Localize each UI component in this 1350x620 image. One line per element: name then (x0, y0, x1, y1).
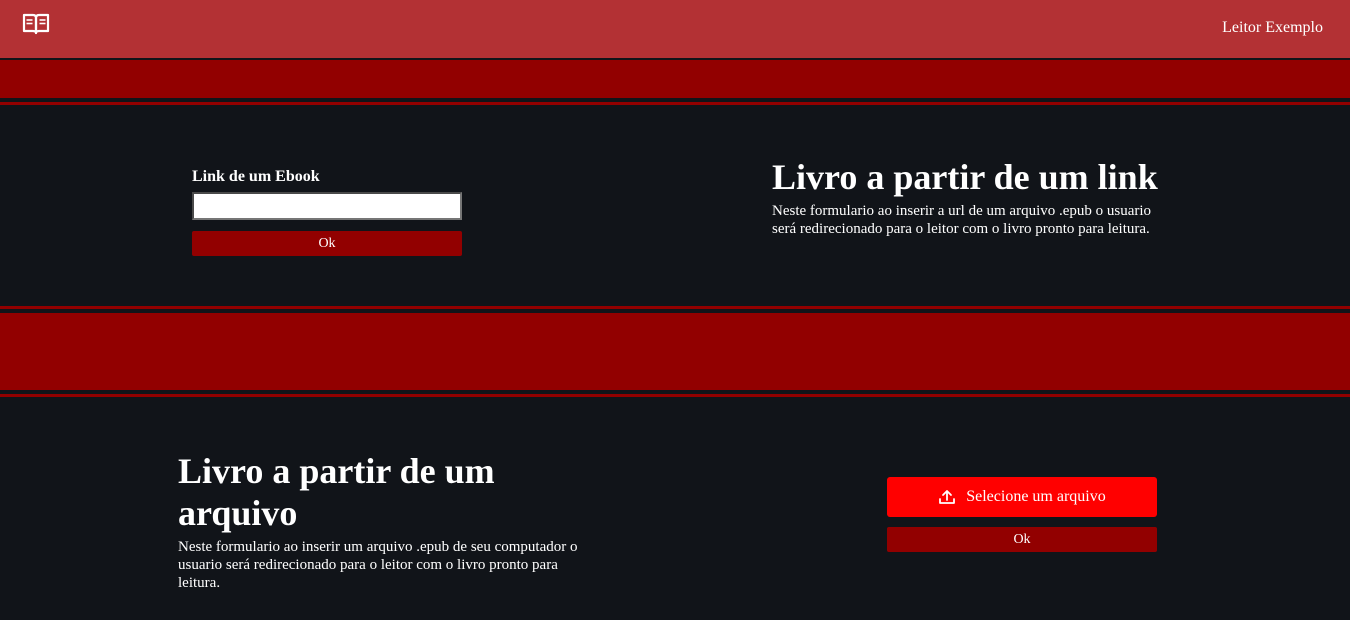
file-ok-button[interactable]: Ok (887, 527, 1157, 552)
link-description-block: Livro a partir de um link Neste formular… (772, 156, 1162, 238)
upload-icon (938, 489, 956, 505)
link-form: Link de um Ebook Ok (192, 168, 462, 256)
ebook-url-input[interactable] (192, 192, 462, 220)
decorative-line (0, 394, 1350, 397)
link-label: Link de um Ebook (192, 168, 320, 185)
file-title: Livro a partir de um arquivo (178, 451, 495, 533)
decorative-band-middle (0, 313, 1350, 390)
file-form: Selecione um arquivo Ok (887, 477, 1157, 552)
select-file-button[interactable]: Selecione um arquivo (887, 477, 1157, 517)
file-description: Neste formulario ao inserir um arquivo .… (178, 539, 578, 591)
brand-link[interactable]: Leitor Exemplo (1222, 19, 1323, 37)
link-ok-button[interactable]: Ok (192, 231, 462, 256)
top-navbar: Leitor Exemplo (0, 0, 1350, 58)
decorative-band-top (0, 60, 1350, 98)
select-file-label: Selecione um arquivo (966, 488, 1106, 505)
file-description-block: Livro a partir de um arquivo Neste formu… (178, 450, 578, 592)
decorative-line (0, 102, 1350, 105)
open-book-icon[interactable] (22, 12, 50, 36)
link-title: Livro a partir de um link (772, 157, 1158, 197)
link-description: Neste formulario ao inserir a url de um … (772, 203, 1152, 237)
decorative-line (0, 306, 1350, 309)
